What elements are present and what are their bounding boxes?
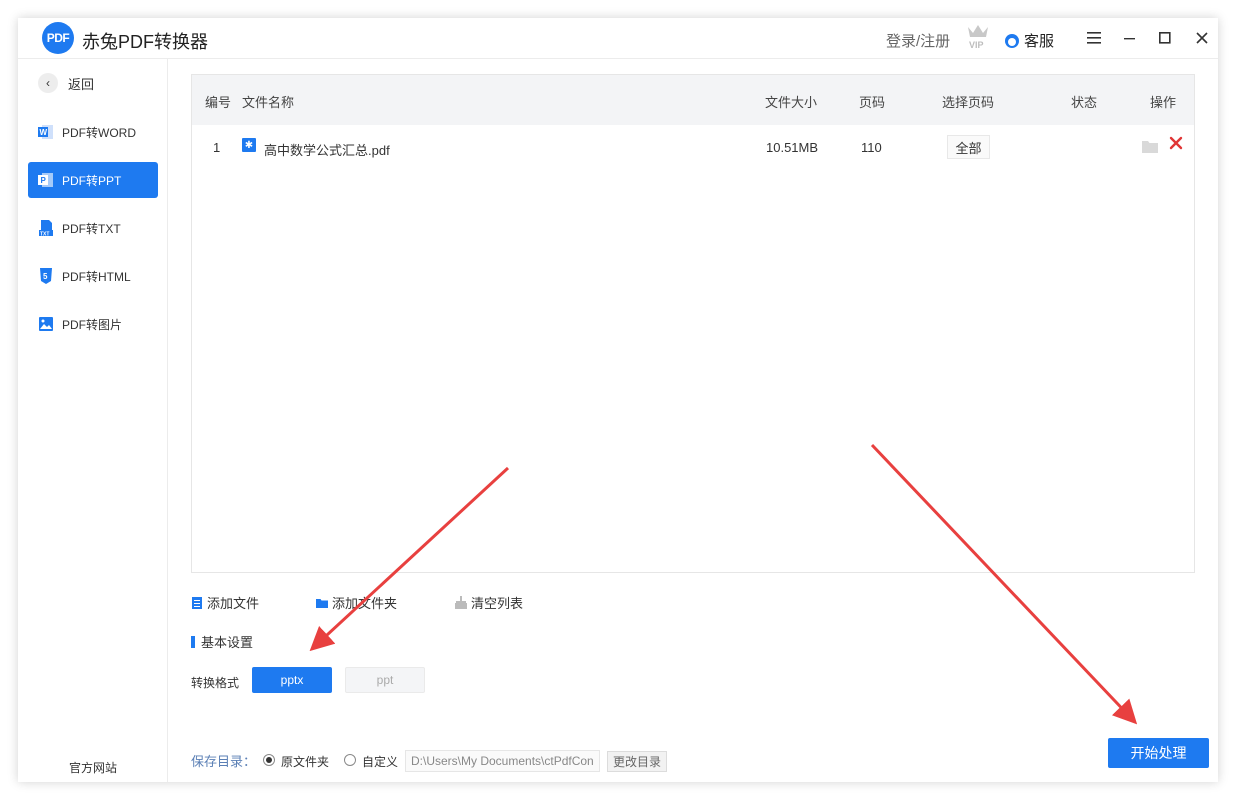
add-folder-label: 添加文件夹 <box>332 596 398 611</box>
svg-text:P: P <box>41 176 47 185</box>
format-label: 转换格式 <box>191 676 240 690</box>
row-file-size: 10.51MB <box>766 140 819 155</box>
sidebar: ‹ 返回 W PDF转WORD P PDF转PPT TXT PDF转TXT 5 … <box>18 59 168 782</box>
sidebar-item-pdf-to-txt[interactable]: TXT PDF转TXT <box>28 210 158 246</box>
maximize-icon <box>1159 32 1171 44</box>
minimize-button[interactable] <box>1120 28 1140 48</box>
save-path-input[interactable]: D:\Users\My Documents\ctPdfCon <box>405 750 600 772</box>
svg-text:VIP: VIP <box>969 40 984 50</box>
radio-original-folder-label[interactable]: 原文件夹 <box>281 753 329 770</box>
sidebar-item-pdf-to-word[interactable]: W PDF转WORD <box>28 114 158 150</box>
image-icon <box>39 317 53 331</box>
basic-settings-heading: 基本设置 <box>191 632 253 651</box>
start-processing-button[interactable]: 开始处理 <box>1108 738 1209 768</box>
sidebar-item-pdf-to-html[interactable]: 5 PDF转HTML <box>28 258 158 294</box>
sidebar-item-label: PDF转WORD <box>62 125 136 140</box>
column-header-size: 文件大小 <box>765 95 818 110</box>
row-page-count: 110 <box>861 140 882 155</box>
table-header: 编号 文件名称 文件大小 页码 选择页码 状态 操作 <box>192 75 1194 125</box>
word-icon: W <box>38 125 53 139</box>
file-table: 编号 文件名称 文件大小 页码 选择页码 状态 操作 1 ✱ 高中数学公式汇总.… <box>191 74 1195 573</box>
close-icon <box>1196 32 1208 44</box>
add-file-button[interactable]: 添加文件 <box>191 593 259 612</box>
add-file-icon <box>192 597 202 609</box>
menu-button[interactable] <box>1084 28 1104 48</box>
sidebar-item-label: PDF转HTML <box>62 269 131 284</box>
app-title: 赤兔PDF转换器 <box>82 32 208 52</box>
clear-list-button[interactable]: 清空列表 <box>455 593 523 612</box>
column-header-pages: 页码 <box>859 95 886 110</box>
add-file-label: 添加文件 <box>207 596 260 611</box>
radio-custom-folder[interactable] <box>344 754 356 766</box>
sidebar-item-pdf-to-image[interactable]: PDF转图片 <box>28 306 158 342</box>
hamburger-icon <box>1087 32 1101 44</box>
customer-service-label: 客服 <box>1024 33 1055 50</box>
add-folder-icon <box>316 599 328 608</box>
html-icon: 5 <box>40 268 52 284</box>
basic-settings-label: 基本设置 <box>201 635 254 650</box>
txt-icon: TXT <box>39 220 53 236</box>
title-bar: PDF 赤兔PDF转换器 登录/注册 VIP 客服 <box>18 18 1218 59</box>
radio-original-folder[interactable] <box>263 754 275 766</box>
svg-text:5: 5 <box>43 272 48 281</box>
login-link[interactable]: 登录/注册 <box>886 30 950 51</box>
column-header-status: 状态 <box>1071 95 1098 110</box>
clear-list-label: 清空列表 <box>471 596 524 611</box>
chevron-left-icon: ‹ <box>38 73 58 93</box>
row-index: 1 <box>213 140 221 155</box>
headset-icon <box>1005 33 1019 48</box>
customer-service-button[interactable]: 客服 <box>1004 30 1054 51</box>
sidebar-item-label: PDF转PPT <box>62 173 122 188</box>
sidebar-item-label: PDF转图片 <box>62 317 123 332</box>
change-directory-button[interactable]: 更改目录 <box>607 751 667 772</box>
svg-text:W: W <box>40 128 48 137</box>
broom-icon <box>455 596 467 609</box>
minimize-icon <box>1124 38 1135 40</box>
sidebar-item-pdf-to-ppt[interactable]: P PDF转PPT <box>28 162 158 198</box>
delete-icon[interactable] <box>1169 136 1183 150</box>
open-folder-icon[interactable] <box>1142 139 1158 153</box>
app-logo: PDF <box>42 22 74 54</box>
column-header-page-select: 选择页码 <box>942 95 995 110</box>
back-button[interactable]: ‹ 返回 <box>38 73 94 93</box>
column-header-index: 编号 <box>205 95 232 110</box>
maximize-button[interactable] <box>1155 28 1175 48</box>
format-option-ppt[interactable]: ppt <box>345 667 425 693</box>
back-label: 返回 <box>68 76 95 92</box>
table-row: 1 ✱ 高中数学公式汇总.pdf 10.51MB 110 全部 <box>192 125 1194 169</box>
radio-custom-folder-label[interactable]: 自定义 <box>362 753 398 770</box>
pdf-file-icon: ✱ <box>242 138 256 152</box>
official-website-link[interactable]: 官方网站 <box>18 759 168 776</box>
add-folder-button[interactable]: 添加文件夹 <box>316 593 397 612</box>
vip-crown-icon[interactable]: VIP <box>966 23 990 51</box>
section-marker <box>191 635 195 648</box>
save-directory-label: 保存目录： <box>191 754 257 769</box>
sidebar-item-label: PDF转TXT <box>62 221 121 236</box>
close-button[interactable] <box>1192 28 1212 48</box>
app-window: PDF 赤兔PDF转换器 登录/注册 VIP 客服 ‹ 返回 W PDF转WOR… <box>18 18 1218 782</box>
column-header-actions: 操作 <box>1150 95 1177 110</box>
column-header-name: 文件名称 <box>242 95 295 110</box>
format-option-pptx[interactable]: pptx <box>252 667 332 693</box>
page-select-button[interactable]: 全部 <box>947 135 990 159</box>
svg-text:TXT: TXT <box>40 231 49 236</box>
ppt-icon: P <box>38 173 53 187</box>
row-file-name: 高中数学公式汇总.pdf <box>264 143 390 158</box>
